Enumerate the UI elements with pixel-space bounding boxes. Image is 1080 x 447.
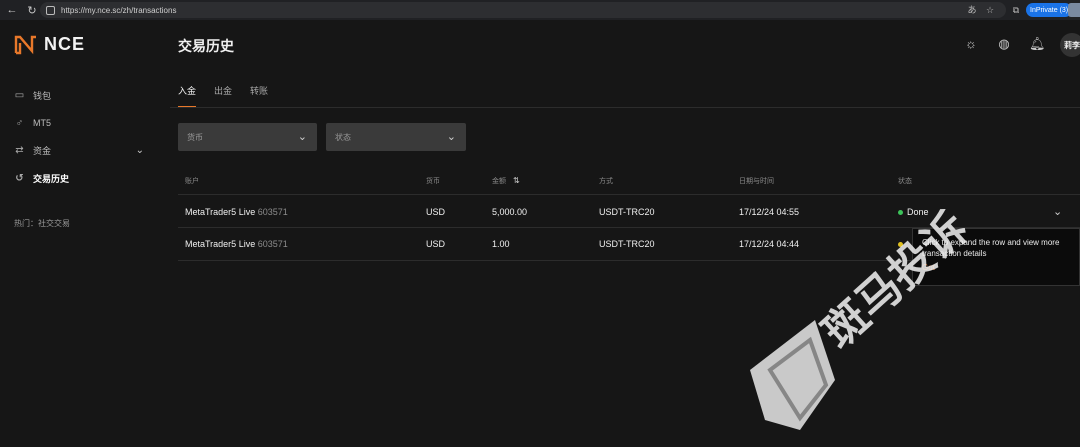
theme-sun-icon[interactable]: ☼ [963, 36, 979, 52]
column-header-status: 状态 [898, 178, 912, 185]
tabs-divider [170, 107, 1080, 108]
status-dot [898, 242, 903, 248]
currency-select[interactable]: 货币 ⌄ [178, 123, 317, 151]
tooltip-got-it-button[interactable]: Got [922, 262, 1070, 273]
row-method: USDT-TRC20 [599, 207, 655, 217]
translate-icon[interactable]: あ [966, 4, 978, 16]
status-select[interactable]: 状态 ⌄ [326, 123, 466, 151]
column-header-method: 方式 [599, 178, 613, 185]
logo-text: NCE [44, 34, 86, 54]
sidebar-item-label: MT5 [33, 118, 51, 128]
mt5-icon: ♂ [15, 117, 24, 129]
transfer-icon: ⇄ [15, 144, 24, 156]
row-datetime: 17/12/24 04:55 [739, 207, 800, 217]
account-name: MetaTrader5 Live [185, 239, 256, 249]
page-title: 交易历史 [178, 38, 234, 54]
hot-link-social-trading[interactable]: 热门：社交交易 [14, 218, 70, 229]
status-select-placeholder: 状态 [335, 132, 351, 142]
expand-row-tooltip: Click to expand the row and view more tr… [912, 228, 1080, 286]
notification-bell-icon[interactable]: 🔔︎ [1029, 36, 1046, 52]
favorite-star-icon[interactable]: ☆ [984, 4, 996, 16]
sort-icon[interactable]: ⇅ [513, 176, 520, 185]
column-header-account: 账户 [185, 178, 199, 185]
row-amount: 1.00 [492, 239, 510, 249]
row-status [898, 239, 907, 249]
account-id: 603571 [257, 239, 288, 249]
browser-profile-avatar[interactable] [1068, 3, 1080, 17]
row-account: MetaTrader5 Live 603571 [185, 239, 288, 249]
column-header-datetime: 日期与时间 [739, 178, 774, 185]
browser-toolbar: ← ↻ https://my.nce.sc/zh/transactions あ … [0, 0, 1080, 20]
column-header-amount[interactable]: 金额 ⇅ [492, 176, 520, 186]
tab-withdrawal[interactable]: 出金 [214, 84, 232, 106]
watermark-logo: 斑马投诉 [750, 203, 978, 430]
tab-deposit[interactable]: 入金 [178, 84, 197, 108]
transaction-tabs: 入金 出金 转账 [178, 84, 268, 108]
account-name: MetaTrader5 Live [185, 207, 256, 217]
sidebar: NCE ▭ 钱包 ♂ MT5 ⇄ 资金 ⌄ ↺ 交易历史 热门：社交交易 [0, 20, 163, 447]
address-url: https://my.nce.sc/zh/transactions [61, 5, 177, 15]
lock-icon [46, 5, 55, 15]
sidebar-item-history[interactable]: ↺ 交易历史 [14, 169, 144, 187]
row-status: Done [898, 207, 929, 217]
row-currency: USD [426, 239, 446, 249]
expand-row-chevron-icon[interactable]: ⌄ [1053, 205, 1062, 218]
history-icon: ↺ [15, 172, 24, 184]
sidebar-item-label: 资金 [33, 145, 52, 156]
row-amount: 5,000.00 [492, 207, 528, 217]
wallet-icon: ▭ [14, 89, 25, 101]
nce-logo-icon [14, 35, 36, 54]
account-id: 603571 [257, 207, 288, 217]
column-header-currency: 货币 [426, 178, 440, 185]
chevron-down-icon: ⌄ [446, 131, 456, 143]
row-method: USDT-TRC20 [599, 239, 655, 249]
sidebar-item-wallet[interactable]: ▭ 钱包 [14, 86, 144, 104]
chevron-down-icon: ⌄ [297, 131, 307, 143]
language-globe-icon[interactable]: ◍ [996, 36, 1012, 52]
sidebar-item-label: 钱包 [33, 90, 52, 101]
table-header-divider [178, 194, 1080, 195]
status-text: Done [907, 207, 929, 217]
tooltip-text: Click to expand the row and view more tr… [922, 238, 1060, 258]
collections-icon[interactable]: ⧉ [1010, 4, 1022, 16]
sidebar-item-mt5[interactable]: ♂ MT5 [14, 114, 144, 132]
sidebar-item-label: 交易历史 [33, 173, 70, 184]
row-account: MetaTrader5 Live 603571 [185, 207, 288, 217]
tab-transfer[interactable]: 转账 [250, 84, 268, 106]
address-bar[interactable]: https://my.nce.sc/zh/transactions [40, 2, 1006, 18]
row-currency: USD [426, 207, 446, 217]
column-header-amount-label: 金额 [492, 178, 506, 185]
inprivate-badge[interactable]: InPrivate (3) [1026, 3, 1073, 17]
reload-icon[interactable]: ↻ [24, 2, 40, 18]
currency-select-placeholder: 货币 [187, 132, 203, 142]
chevron-down-icon[interactable]: ⌄ [136, 145, 144, 156]
user-avatar[interactable]: 莉李 [1060, 33, 1080, 57]
nce-logo[interactable]: NCE [14, 34, 85, 55]
sidebar-item-funds[interactable]: ⇄ 资金 ⌄ [14, 141, 144, 159]
back-icon[interactable]: ← [4, 2, 20, 18]
status-dot [898, 210, 903, 216]
row-datetime: 17/12/24 04:44 [739, 239, 800, 249]
